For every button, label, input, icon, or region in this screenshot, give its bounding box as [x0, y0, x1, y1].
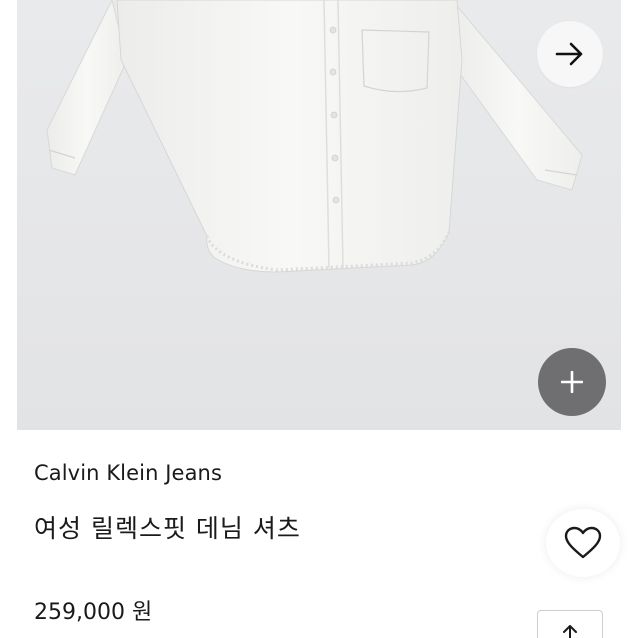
- arrow-right-icon: [555, 42, 583, 66]
- share-button[interactable]: [537, 610, 603, 638]
- product-price: 259,000 원: [34, 600, 153, 625]
- plus-icon: [561, 371, 583, 393]
- product-detail-page: Calvin Klein Jeans 여성 릴렉스핏 데님 셔츠 259,000…: [0, 0, 638, 638]
- brand-name[interactable]: Calvin Klein Jeans: [34, 461, 222, 485]
- share-icon: [563, 625, 577, 638]
- add-button[interactable]: [538, 348, 606, 416]
- next-image-button[interactable]: [537, 21, 603, 87]
- shirt-illustration: [46, 0, 583, 273]
- product-image[interactable]: [17, 0, 621, 430]
- product-title: 여성 릴렉스핏 데님 셔츠: [34, 514, 301, 543]
- wishlist-button[interactable]: [546, 509, 620, 577]
- heart-icon: [564, 526, 602, 559]
